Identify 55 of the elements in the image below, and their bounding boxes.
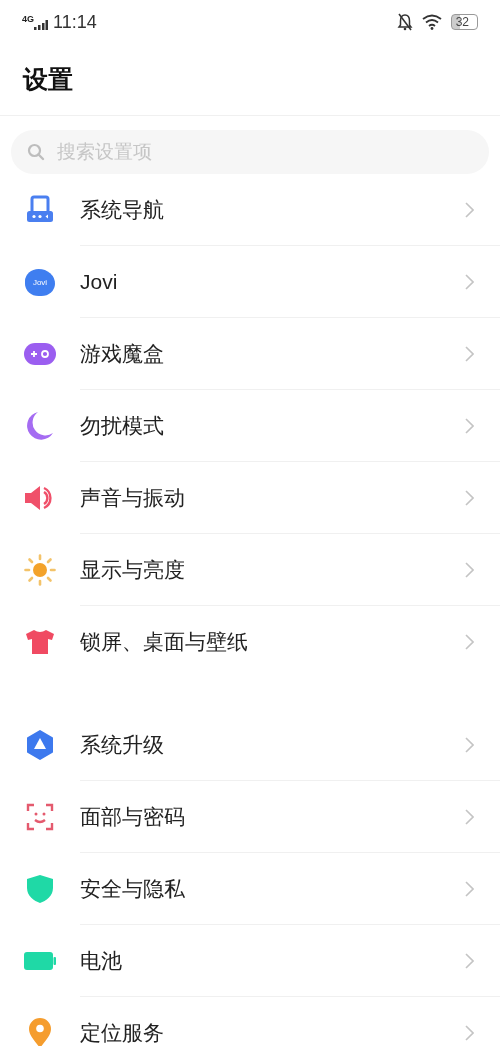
network-type: 4G bbox=[22, 13, 34, 24]
settings-item[interactable]: 安全与隐私 bbox=[0, 853, 500, 925]
page-title: 设置 bbox=[23, 64, 73, 95]
sun-icon bbox=[24, 554, 56, 586]
chevron-icon bbox=[465, 417, 474, 434]
settings-item[interactable]: 游戏魔盒 bbox=[0, 318, 500, 390]
item-label: 定位服务 bbox=[80, 1020, 164, 1046]
search-icon bbox=[27, 143, 45, 161]
chevron-icon bbox=[465, 736, 474, 753]
item-label: 勿扰模式 bbox=[80, 412, 164, 439]
chevron-icon bbox=[465, 201, 474, 218]
location-pin-icon bbox=[28, 1017, 52, 1046]
face-scan-icon bbox=[26, 803, 54, 831]
chevron-icon bbox=[465, 489, 474, 506]
gamepad-icon bbox=[24, 343, 56, 365]
chevron-icon bbox=[465, 808, 474, 825]
settings-item[interactable]: Jovi Jovi bbox=[0, 246, 500, 318]
settings-item[interactable]: 电池 bbox=[0, 925, 500, 997]
item-label: 声音与振动 bbox=[80, 484, 185, 511]
signal-icon bbox=[34, 20, 48, 30]
chevron-icon bbox=[465, 634, 474, 650]
wifi-icon bbox=[421, 14, 442, 30]
bell-off-icon bbox=[396, 13, 413, 31]
hexagon-icon bbox=[25, 730, 55, 760]
item-label: 锁屏、桌面与壁纸 bbox=[80, 629, 248, 655]
shield-icon bbox=[26, 874, 54, 904]
settings-item[interactable]: 定位服务 bbox=[0, 997, 500, 1046]
item-label: 电池 bbox=[80, 947, 122, 974]
battery-indicator: 32 bbox=[450, 14, 478, 30]
battery-icon bbox=[24, 952, 56, 970]
chevron-icon bbox=[465, 880, 474, 897]
settings-item[interactable]: 系统升级 bbox=[0, 709, 500, 781]
settings-item[interactable]: 声音与振动 bbox=[0, 462, 500, 534]
item-label: 安全与隐私 bbox=[80, 875, 185, 902]
moon-icon bbox=[26, 411, 54, 441]
chevron-icon bbox=[465, 345, 474, 362]
settings-item[interactable]: 面部与密码 bbox=[0, 781, 500, 853]
item-label: 面部与密码 bbox=[80, 803, 185, 830]
chevron-icon bbox=[465, 952, 474, 969]
settings-item[interactable]: 锁屏、桌面与壁纸 bbox=[0, 606, 500, 678]
item-label: Jovi bbox=[80, 269, 118, 294]
item-label: 系统升级 bbox=[80, 731, 164, 758]
status-time: 11:14 bbox=[53, 11, 97, 33]
chevron-icon bbox=[465, 1025, 474, 1041]
item-label: 游戏魔盒 bbox=[80, 340, 164, 367]
chevron-icon bbox=[465, 561, 474, 578]
settings-item[interactable]: 勿扰模式 bbox=[0, 390, 500, 462]
item-label: 显示与亮度 bbox=[80, 556, 185, 583]
navigation-icon bbox=[25, 195, 55, 225]
item-label: 系统导航 bbox=[80, 196, 164, 223]
tshirt-icon bbox=[25, 629, 55, 655]
chevron-icon bbox=[465, 273, 474, 290]
settings-item[interactable]: 显示与亮度 bbox=[0, 534, 500, 606]
settings-item[interactable]: 系统导航 bbox=[0, 174, 500, 246]
jovi-icon: Jovi bbox=[25, 268, 55, 296]
